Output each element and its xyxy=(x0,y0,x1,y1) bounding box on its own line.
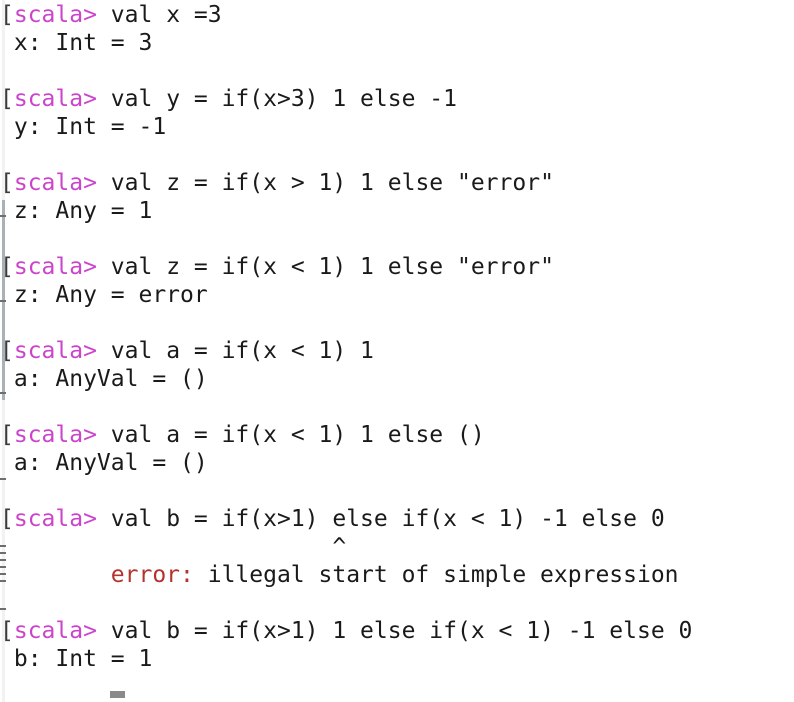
scala-prompt: scala> xyxy=(13,2,97,28)
console-prompt-line[interactable]: [scala> val z = if(x < 1) 1 else "error" xyxy=(0,253,554,281)
prompt-bracket: [ xyxy=(0,170,14,196)
prompt-bracket: [ xyxy=(0,2,14,28)
console-prompt-line[interactable]: [scala> val b = if(x>1) 1 else if(x < 1)… xyxy=(0,617,692,645)
prompt-bracket: [ xyxy=(0,618,14,644)
error-label: error: xyxy=(0,562,194,588)
console-command-text: val z = if(x > 1) 1 else "error" xyxy=(96,170,554,196)
console-output-line: z: Any = 1 xyxy=(0,198,153,224)
terminal-window: [scala> val x =3 x: Int = 3 [scala> val … xyxy=(0,0,794,702)
console-command-text: val x =3 xyxy=(96,2,222,28)
console-error-line: error: illegal start of simple expressio… xyxy=(0,561,679,589)
console-command-text: val a = if(x < 1) 1 xyxy=(96,338,374,364)
console-output-line: x: Int = 3 xyxy=(0,30,153,56)
console-command-text: val a = if(x < 1) 1 else () xyxy=(96,422,485,448)
console-output-line: b: Int = 1 xyxy=(0,646,153,672)
console-prompt-line[interactable]: [scala> val z = if(x > 1) 1 else "error" xyxy=(0,169,554,197)
console-command-text: val b = if(x>1) else if(x < 1) -1 else 0 xyxy=(96,506,665,532)
console-command-text: val b = if(x>1) 1 else if(x < 1) -1 else… xyxy=(96,618,693,644)
prompt-bracket: [ xyxy=(0,338,14,364)
console-output-line: a: AnyVal = () xyxy=(0,366,208,392)
scala-prompt: scala> xyxy=(13,86,97,112)
prompt-bracket: [ xyxy=(0,506,14,532)
prompt-bracket: [ xyxy=(0,254,14,280)
console-output-area[interactable]: [scala> val x =3 x: Int = 3 [scala> val … xyxy=(0,0,794,702)
console-command-text: val z = if(x < 1) 1 else "error" xyxy=(96,254,554,280)
console-prompt-line[interactable]: [scala> val b = if(x>1) else if(x < 1) -… xyxy=(0,505,665,533)
prompt-bracket: [ xyxy=(0,422,14,448)
console-prompt-line[interactable]: [scala> val a = if(x < 1) 1 xyxy=(0,337,374,365)
error-caret-marker: ^ xyxy=(0,534,347,560)
scala-prompt: scala> xyxy=(13,506,97,532)
error-message: illegal start of simple expression xyxy=(193,562,679,588)
console-prompt-line[interactable]: [scala> val a = if(x < 1) 1 else () xyxy=(0,421,485,449)
console-prompt-line[interactable]: [scala> val x =3 xyxy=(0,1,222,29)
console-prompt-line[interactable]: [scala> val y = if(x>3) 1 else -1 xyxy=(0,85,457,113)
scala-prompt: scala> xyxy=(13,618,97,644)
console-output-line: a: AnyVal = () xyxy=(0,450,208,476)
prompt-bracket: [ xyxy=(0,86,14,112)
scala-prompt: scala> xyxy=(13,170,97,196)
scala-prompt: scala> xyxy=(13,254,97,280)
console-output-line: z: Any = error xyxy=(0,282,208,308)
console-command-text: val y = if(x>3) 1 else -1 xyxy=(96,86,457,112)
scala-prompt: scala> xyxy=(13,338,97,364)
scala-prompt: scala> xyxy=(13,422,97,448)
console-output-line: y: Int = -1 xyxy=(0,114,167,140)
input-caret xyxy=(110,691,125,698)
